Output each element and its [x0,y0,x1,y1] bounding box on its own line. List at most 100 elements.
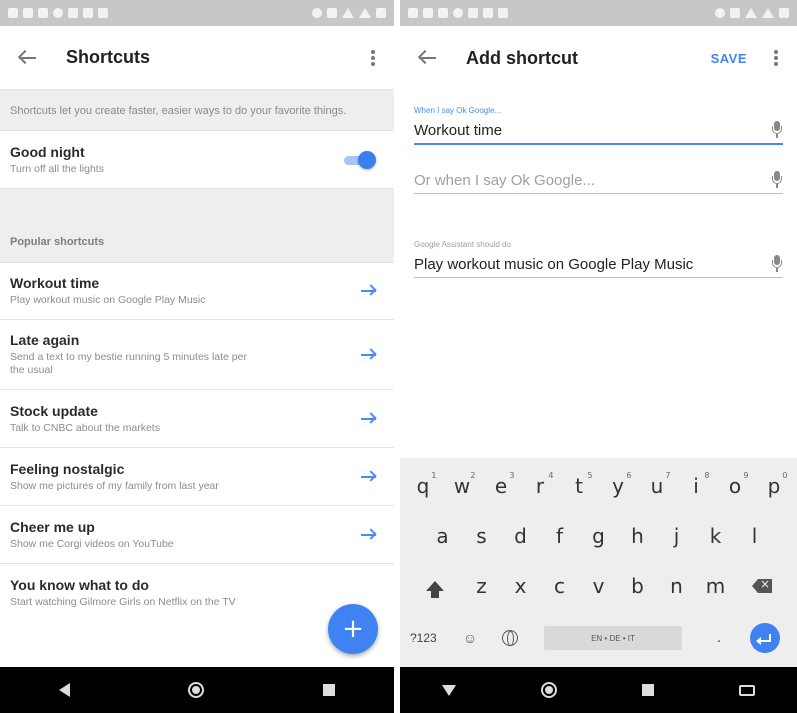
notification-icon [483,8,493,18]
keyboard-row-3: z x c v b n m [400,566,797,606]
key-l[interactable]: l [735,516,774,556]
notification-icon [438,8,448,18]
key-c[interactable]: c [540,566,579,606]
enter-key[interactable] [750,623,780,653]
key-k[interactable]: k [696,516,735,556]
assistant-action-input[interactable]: Play workout music on Google Play Music [414,256,771,273]
nav-hide-keyboard-icon[interactable] [442,684,457,696]
popular-shortcut-item[interactable]: Cheer me up Show me Corgi videos on YouT… [0,506,394,564]
nav-home-icon[interactable] [541,682,558,698]
symbols-key[interactable]: ?123 [410,631,450,645]
globe-icon[interactable] [502,630,518,646]
shortcut-title: Good night [10,143,85,160]
shortcut-title: Feeling nostalgic [10,460,125,477]
mic-icon[interactable] [771,171,783,189]
key-z[interactable]: z [462,566,501,606]
notification-icon [423,8,433,18]
nav-recents-icon[interactable] [322,684,335,696]
key-v[interactable]: v [579,566,618,606]
status-bar [0,0,394,26]
mic-icon[interactable] [771,255,783,273]
key-y[interactable]: y6 [599,466,638,506]
shortcut-subtitle: Turn off all the lights [10,162,104,175]
keyboard-row-2: a s d f g h j k l [400,516,797,556]
key-b[interactable]: b [618,566,657,606]
key-j[interactable]: j [657,516,696,556]
key-f[interactable]: f [540,516,579,556]
backspace-key[interactable] [735,566,789,606]
keyboard-bottom-row: ?123 ☺ EN • DE • IT . [400,618,797,658]
key-d[interactable]: d [501,516,540,556]
key-s[interactable]: s [462,516,501,556]
arrow-right-icon[interactable] [358,280,380,302]
save-button[interactable]: SAVE [711,51,747,66]
key-n[interactable]: n [657,566,696,606]
shortcut-subtitle: Talk to CNBC about the markets [10,421,160,434]
key-o[interactable]: o9 [716,466,755,506]
arrow-right-icon[interactable] [358,344,380,366]
key-a[interactable]: a [423,516,462,556]
arrow-right-icon[interactable] [358,466,380,488]
alternate-phrase-field[interactable]: Or when I say Ok Google... [400,171,797,194]
more-options-icon[interactable] [366,47,380,69]
shortcut-subtitle: Send a text to my bestie running 5 minut… [10,351,247,376]
key-t[interactable]: t5 [560,466,599,506]
field-label: When I say Ok Google... [414,106,502,115]
key-r[interactable]: r4 [521,466,560,506]
battery-icon [779,8,789,18]
popular-shortcut-item[interactable]: Workout time Play workout music on Googl… [0,263,394,320]
notification-icon [498,8,508,18]
vibrate-icon [327,8,337,18]
notification-icon [68,8,78,18]
shift-key[interactable] [408,566,462,606]
key-g[interactable]: g [579,516,618,556]
shortcut-title: You know what to do [10,577,149,593]
assistant-action-field[interactable]: Google Assistant should do Play workout … [400,240,797,278]
notification-icon [53,8,63,18]
custom-shortcut-good-night[interactable]: Good night Turn off all the lights [0,131,394,189]
add-shortcut-button[interactable]: + [328,604,378,654]
alternate-phrase-input[interactable]: Or when I say Ok Google... [414,172,771,189]
shortcut-title: Workout time [10,275,100,291]
mic-icon[interactable] [771,121,783,139]
back-arrow-icon[interactable] [416,46,440,70]
nav-recents-icon[interactable] [641,684,654,696]
app-bar: Add shortcut SAVE [400,26,797,90]
emoji-key[interactable]: ☺ [450,630,490,646]
field-label: Google Assistant should do [414,240,511,249]
page-title: Shortcuts [66,47,151,67]
key-w[interactable]: w2 [443,466,482,506]
space-bar[interactable]: EN • DE • IT [544,626,682,650]
nav-back-icon[interactable] [59,683,71,697]
shortcut-enabled-toggle[interactable] [342,150,376,169]
popular-shortcut-item[interactable]: Late again Send a text to my bestie runn… [0,320,394,390]
signal-icon [762,8,774,18]
popular-shortcuts-header: Popular shortcuts [0,189,394,263]
popular-shortcut-item[interactable]: Stock update Talk to CNBC about the mark… [0,390,394,448]
arrow-right-icon[interactable] [358,524,380,546]
key-e[interactable]: e3 [482,466,521,506]
key-x[interactable]: x [501,566,540,606]
key-m[interactable]: m [696,566,735,606]
arrow-right-icon[interactable] [358,408,380,430]
shortcuts-screen: Shortcuts Shortcuts let you create faste… [0,0,394,713]
nav-home-icon[interactable] [188,682,205,698]
primary-phrase-input[interactable]: Workout time [414,122,771,139]
key-p[interactable]: p0 [755,466,794,506]
key-q[interactable]: q1 [404,466,443,506]
primary-phrase-field[interactable]: When I say Ok Google... Workout time [400,106,797,145]
key-i[interactable]: i8 [677,466,716,506]
plus-icon: + [342,614,364,644]
more-options-icon[interactable] [769,47,783,69]
keyboard-switch-icon[interactable] [738,684,755,696]
shortcut-subtitle: Show me Corgi videos on YouTube [10,537,174,550]
navigation-bar [0,667,394,713]
app-bar: Shortcuts [0,26,394,90]
wifi-icon [342,8,354,18]
period-key[interactable]: . [704,629,734,647]
popular-shortcut-item[interactable]: Feeling nostalgic Show me pictures of my… [0,448,394,506]
key-h[interactable]: h [618,516,657,556]
key-u[interactable]: u7 [638,466,677,506]
status-bar [400,0,797,26]
back-arrow-icon[interactable] [16,46,40,70]
